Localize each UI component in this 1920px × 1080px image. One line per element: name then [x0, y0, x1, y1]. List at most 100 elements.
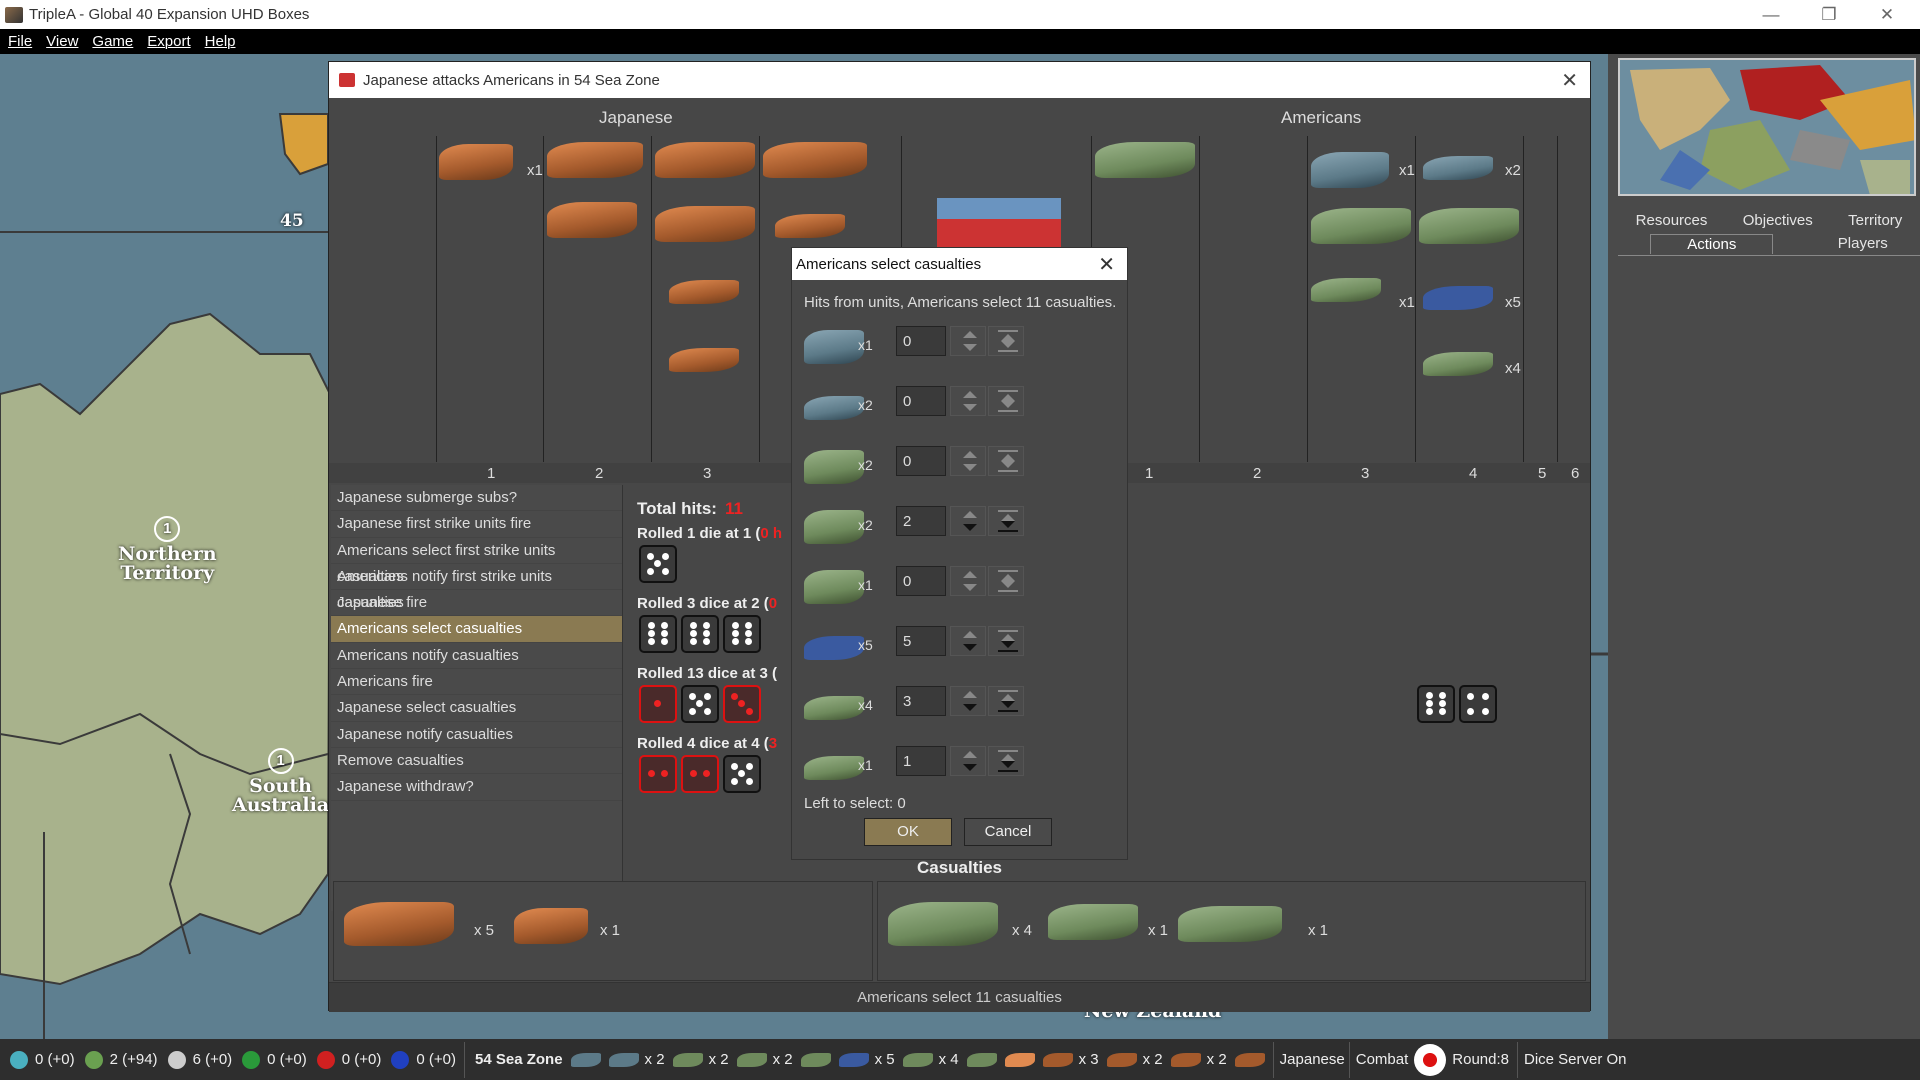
decrement-spinner[interactable]	[950, 686, 986, 716]
decrement-spinner[interactable]	[950, 446, 986, 476]
menu-help[interactable]: Help	[205, 33, 236, 50]
japanese-transport-unit	[547, 202, 637, 238]
casualty-input[interactable]	[896, 626, 946, 656]
casualty-input[interactable]	[896, 686, 946, 716]
maximize-button[interactable]: ❐	[1800, 0, 1858, 29]
step-item[interactable]: Americans notify casualties	[331, 643, 622, 670]
close-icon[interactable]: ✕	[1561, 68, 1578, 93]
total-hits-label: Total hits:	[637, 499, 717, 518]
step-item[interactable]: Japanese submerge subs?	[331, 485, 622, 512]
unit-count: x1	[1399, 162, 1415, 179]
tab-territory[interactable]: Territory	[1848, 212, 1902, 229]
roll-hits: 0	[768, 595, 778, 612]
step-item[interactable]: Japanese withdraw?	[331, 774, 622, 801]
casualties-label: Casualties	[916, 858, 1003, 877]
step-item[interactable]: Japanese select casualties	[331, 695, 622, 722]
column-divider	[1415, 136, 1416, 462]
american-battleship-unit	[1419, 208, 1519, 244]
casualty-input[interactable]	[896, 446, 946, 476]
unit-icon	[570, 1052, 601, 1067]
decrement-spinner[interactable]	[950, 386, 986, 416]
decrement-spinner[interactable]	[950, 746, 986, 776]
minimap-graphics	[1620, 60, 1914, 194]
minimize-button[interactable]: —	[1742, 0, 1800, 29]
resource-red-token: 0 (+0)	[316, 1050, 381, 1069]
step-item-selected[interactable]: Americans select casualties	[331, 616, 622, 643]
american-fighter-unit	[1423, 352, 1493, 376]
unit-count: x 5	[874, 1051, 895, 1068]
max-spinner[interactable]	[988, 386, 1024, 416]
resource-blue-token: 0 (+0)	[391, 1050, 456, 1069]
resource-money: 2 (+94)	[84, 1050, 158, 1069]
max-spinner[interactable]	[988, 326, 1024, 356]
step-item[interactable]: Japanese first strike units fire	[331, 511, 622, 538]
casualty-row: x4	[804, 680, 1024, 732]
casualty-input[interactable]	[896, 746, 946, 776]
territory-south-australia[interactable]: 1 South Australia	[232, 748, 329, 815]
resource-value: 6 (+0)	[192, 1051, 233, 1068]
resource-value: 0 (+0)	[416, 1051, 456, 1068]
step-item[interactable]: Remove casualties	[331, 748, 622, 775]
casualty-input[interactable]	[896, 566, 946, 596]
decrement-spinner[interactable]	[950, 506, 986, 536]
die-icon	[639, 755, 677, 793]
die-icon	[681, 615, 719, 653]
dice-server-status: Dice Server On	[1523, 1051, 1627, 1068]
step-item[interactable]: Americans fire	[331, 669, 622, 696]
step-item[interactable]: Japanese fire	[331, 590, 622, 617]
casualty-input[interactable]	[896, 506, 946, 536]
japanese-fighter-unit	[669, 348, 739, 372]
casualty-input[interactable]	[896, 386, 946, 416]
resource-pus: 0 (+0)	[10, 1050, 75, 1069]
max-spinner[interactable]	[988, 746, 1024, 776]
select-casualties-dialog: Americans select casualties ✕ Hits from …	[791, 247, 1128, 860]
territory-northern-territory[interactable]: 1 Northern Territory	[118, 516, 217, 583]
menu-export[interactable]: Export	[147, 33, 190, 50]
menu-file[interactable]: File	[8, 33, 32, 50]
column-number: 3	[1361, 465, 1370, 482]
tab-objectives[interactable]: Objectives	[1743, 212, 1813, 229]
fighter-icon	[804, 396, 864, 420]
step-item[interactable]: Americans notify first strike units casu…	[331, 564, 622, 611]
total-hits-value: 11	[724, 499, 743, 518]
japan-flag-icon	[1414, 1043, 1447, 1076]
menu-view[interactable]: View	[46, 33, 78, 50]
close-icon[interactable]: ✕	[1098, 252, 1115, 277]
window-title: TripleA - Global 40 Expansion UHD Boxes	[29, 6, 310, 23]
american-tactical-bomber-unit	[1423, 286, 1493, 310]
decrement-spinner[interactable]	[950, 326, 986, 356]
side-panel	[1608, 54, 1920, 1070]
minimap[interactable]	[1618, 58, 1916, 196]
sea-zone-number: 45	[280, 211, 304, 231]
total-hits: Total hits: 11	[637, 499, 743, 519]
close-window-button[interactable]: ✕	[1858, 0, 1916, 29]
step-item[interactable]: Japanese notify casualties	[331, 722, 622, 748]
max-spinner[interactable]	[988, 626, 1024, 656]
dialog-title: Americans select casualties	[796, 255, 982, 273]
ok-button[interactable]: OK	[864, 818, 952, 846]
attacker-label: Japanese	[599, 108, 673, 127]
max-spinner[interactable]	[988, 446, 1024, 476]
unit-count: x 2	[772, 1051, 793, 1068]
tab-players[interactable]: Players	[1838, 235, 1888, 252]
max-spinner[interactable]	[988, 506, 1024, 536]
unit-icon	[800, 1052, 831, 1067]
max-spinner[interactable]	[988, 686, 1024, 716]
defender-casualties-panel: x 4 x 1 x 1	[877, 881, 1586, 981]
unit-icon	[1234, 1052, 1265, 1067]
tab-actions[interactable]: Actions	[1650, 233, 1774, 254]
tab-resources[interactable]: Resources	[1636, 212, 1708, 229]
step-item[interactable]: Americans select first strike units casu…	[331, 538, 622, 585]
cancel-button[interactable]: Cancel	[964, 818, 1052, 846]
decrement-spinner[interactable]	[950, 566, 986, 596]
damaged-battleship-icon	[804, 570, 864, 604]
menu-game[interactable]: Game	[92, 33, 133, 50]
battle-status: Americans select 11 casualties	[329, 982, 1590, 1012]
max-spinner[interactable]	[988, 566, 1024, 596]
casualty-input[interactable]	[896, 326, 946, 356]
decrement-spinner[interactable]	[950, 626, 986, 656]
blue-token-icon	[391, 1050, 410, 1069]
battle-flag-icon	[339, 73, 355, 87]
die-icon	[639, 685, 677, 723]
roll-hits: 3	[768, 735, 778, 752]
